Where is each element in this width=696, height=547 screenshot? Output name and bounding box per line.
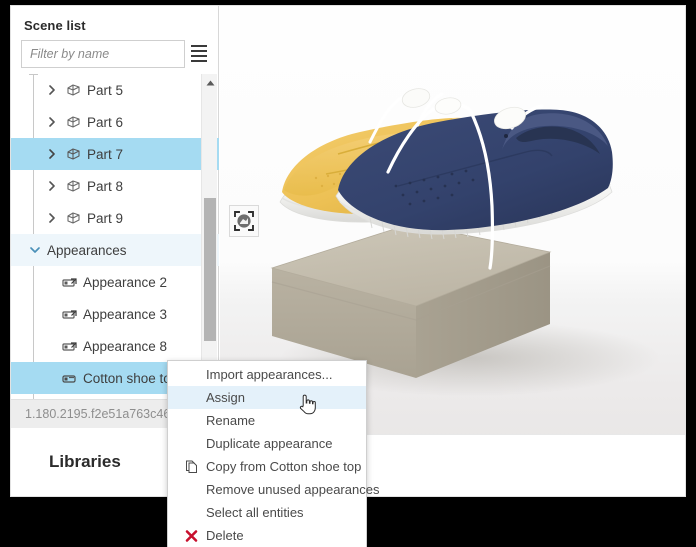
chevron-right-icon[interactable] [47, 181, 57, 191]
list-view-icon[interactable] [191, 45, 209, 63]
menu-item-label: Select all entities [206, 505, 304, 520]
menu-item-import-appearances[interactable]: Import appearances... [168, 363, 366, 386]
tree-item-label: Part 7 [87, 146, 124, 162]
zoom-to-fit-icon[interactable] [229, 205, 259, 237]
tree-item-label: Part 9 [87, 210, 124, 226]
menu-item-assign[interactable]: Assign [168, 386, 366, 409]
scrollbar-thumb[interactable] [204, 198, 216, 341]
part-icon [65, 82, 83, 98]
menu-item-label: Duplicate appearance [206, 436, 333, 451]
menu-item-label: Rename [206, 413, 256, 428]
tree-item-part[interactable]: Part 6 [11, 106, 219, 138]
part-icon [65, 210, 83, 226]
tree-item-appearance[interactable]: Appearance 2 [11, 266, 219, 298]
chevron-down-icon[interactable] [29, 245, 40, 255]
chevron-right-icon[interactable] [47, 117, 57, 127]
appearance-icon [61, 370, 79, 386]
filter-input[interactable] [21, 40, 185, 68]
tree-item-part[interactable]: Part 8 [11, 170, 219, 202]
menu-item-label: Remove unused appearances [206, 482, 380, 497]
tree-item-label: Appearance 8 [83, 338, 168, 354]
tree-group-appearances[interactable]: Appearances [11, 234, 219, 266]
tree-item-part[interactable]: Part 5 [11, 74, 219, 106]
menu-item-label: Copy from Cotton shoe top [206, 459, 362, 474]
linked-appearance-icon [61, 306, 79, 322]
filter-row [21, 40, 209, 68]
menu-item-select-all-entities[interactable]: Select all entities [168, 501, 366, 524]
chevron-right-icon[interactable] [47, 85, 57, 95]
part-icon [65, 178, 83, 194]
appearance-context-menu[interactable]: Import appearances... Assign Rename Dupl… [167, 360, 379, 547]
version-text: 1.180.2195.f2e51a763c46 [25, 407, 171, 421]
menu-item-remove-unused[interactable]: Remove unused appearances [168, 478, 379, 501]
menu-item-duplicate-appearance[interactable]: Duplicate appearance [168, 432, 366, 455]
screenshot-root: Scene list Filter by name Part 5 Part 6 … [0, 0, 696, 547]
libraries-label: Libraries [49, 452, 121, 471]
tree-item-label: Part 5 [87, 82, 124, 98]
tree-scrollbar[interactable] [201, 74, 217, 399]
chevron-right-icon[interactable] [47, 213, 57, 223]
tree-item-part-selected[interactable]: Part 7 [11, 138, 219, 170]
menu-item-delete[interactable]: Delete [168, 524, 366, 547]
linked-appearance-icon [61, 274, 79, 290]
tree-item-label: Cotton shoe top [83, 370, 179, 386]
delete-x-icon [184, 528, 198, 543]
tree-item-label: Part 6 [87, 114, 124, 130]
tree-item-label: Part 8 [87, 178, 124, 194]
tree-item-appearance[interactable]: Appearance 8 [11, 330, 219, 362]
scene-tree: Part 5 Part 6 Part 7 Part 8 Part 9 Appea… [11, 74, 219, 399]
scroll-up-arrow-icon[interactable] [202, 76, 218, 90]
tree-item-part[interactable]: Part 9 [11, 202, 219, 234]
tree-item-appearance[interactable]: Appearance 3 [11, 298, 219, 330]
menu-item-label: Delete [206, 528, 244, 543]
page-title: Scene list [24, 18, 86, 33]
tree-group-label: Appearances [47, 242, 127, 258]
part-icon [65, 146, 83, 162]
menu-item-label: Import appearances... [206, 367, 333, 382]
menu-item-copy-from[interactable]: Copy from Cotton shoe top [168, 455, 366, 478]
linked-appearance-icon [61, 338, 79, 354]
copy-icon [184, 459, 198, 474]
menu-item-rename[interactable]: Rename [168, 409, 366, 432]
part-icon [65, 114, 83, 130]
tree-item-label: Appearance 3 [83, 306, 168, 322]
chevron-right-icon[interactable] [47, 149, 57, 159]
menu-item-label: Assign [206, 390, 246, 405]
tree-item-label: Appearance 2 [83, 274, 168, 290]
